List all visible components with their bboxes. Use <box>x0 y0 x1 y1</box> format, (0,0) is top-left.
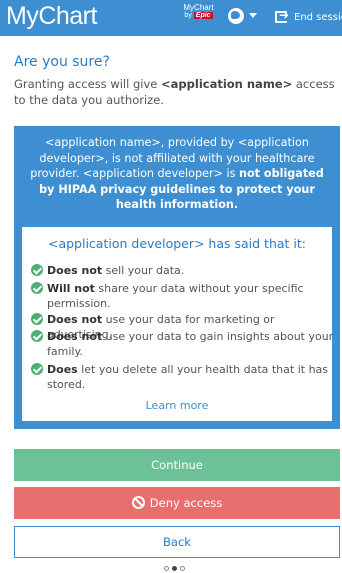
card-title: <application developer> has said that it… <box>47 236 306 251</box>
globe-icon[interactable] <box>228 8 244 24</box>
check-circle-icon <box>31 282 43 294</box>
item-text: sell your data. <box>102 264 185 277</box>
item-bold: Does not <box>47 330 103 343</box>
end-session-label: End session <box>294 12 342 23</box>
mychart-logo: MyChart <box>6 2 97 30</box>
learn-more-link[interactable]: Learn more <box>22 399 332 412</box>
intro-text: Granting access will give <application n… <box>14 76 336 108</box>
item-bold: Does <box>47 363 78 376</box>
page-dot-active <box>172 566 177 571</box>
ban-icon <box>131 496 145 509</box>
badge-by-text: by <box>184 12 192 19</box>
badge-by-epic: by Epic <box>181 12 216 19</box>
check-circle-icon <box>31 363 43 375</box>
chevron-down-icon[interactable] <box>249 13 257 18</box>
badge-mychart-text: MyChart <box>183 3 214 12</box>
check-circle-icon <box>31 264 43 276</box>
sign-out-icon <box>275 8 289 23</box>
deny-access-button[interactable]: Deny access <box>14 487 340 519</box>
end-session-button[interactable]: End session <box>264 0 342 36</box>
top-bar: MyChart MyChart by Epic End session <box>0 0 342 36</box>
hipaa-warning: <application name>, provided by <applica… <box>22 135 332 213</box>
epic-logo: Epic <box>193 12 213 19</box>
page-dot <box>180 566 185 571</box>
deny-access-label: Deny access <box>149 496 223 510</box>
page-dot <box>164 566 169 571</box>
item-bold: Will not <box>47 282 95 295</box>
continue-button[interactable]: Continue <box>14 449 340 481</box>
item-bold: Does not <box>47 264 103 277</box>
intro-app-name: <application name> <box>161 77 293 91</box>
intro-prefix: Granting access will give <box>14 77 162 91</box>
back-button[interactable]: Back <box>14 526 340 558</box>
item-text: let you delete all your health data that… <box>47 363 329 391</box>
check-circle-icon <box>31 313 43 325</box>
mychart-by-epic-badge: MyChart by Epic <box>181 4 216 28</box>
dialog-title: Are you sure? <box>14 54 110 70</box>
check-circle-icon <box>31 330 43 342</box>
item-bold: Does not <box>47 313 103 326</box>
